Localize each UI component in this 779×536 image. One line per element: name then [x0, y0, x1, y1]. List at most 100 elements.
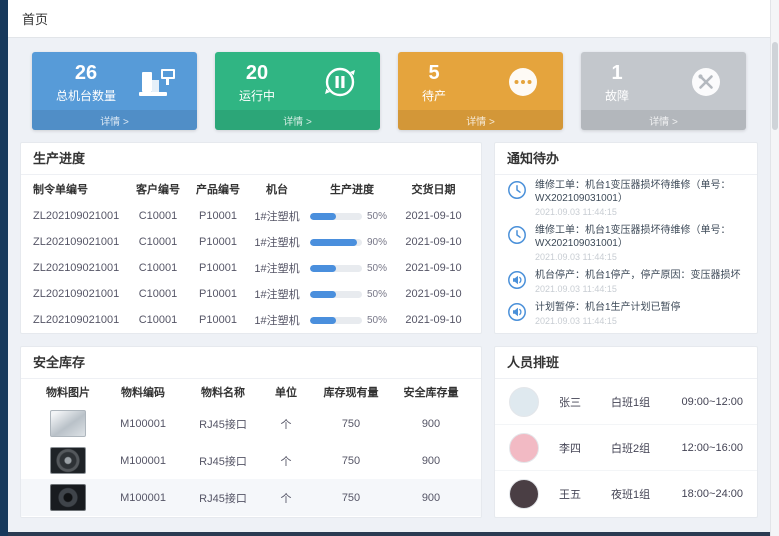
notification-text: 计划暂停：机台1生产计划已暂停: [535, 301, 681, 314]
order-number: ZL202109021001: [33, 236, 128, 248]
column-header: 物料名称: [183, 384, 263, 400]
progress-percent: 50%: [367, 289, 387, 300]
stat-value: 5: [422, 61, 446, 86]
progress-cell: 50%: [306, 263, 398, 274]
progress-percent: 50%: [367, 211, 387, 222]
unit: 个: [263, 416, 309, 432]
notification-timestamp: 2021.09.03 11:44:15: [535, 252, 745, 262]
unit: 个: [263, 453, 309, 469]
machine-name: 1#注塑机: [248, 286, 306, 302]
progress-cell: 50%: [306, 211, 398, 222]
table-row[interactable]: ZL202109021001 C10001 P10001 1#注塑机 50% 2…: [21, 203, 481, 229]
notification-timestamp: 2021.09.03 11:44:15: [535, 316, 681, 326]
tab-home[interactable]: 首页: [22, 9, 48, 28]
notification-timestamp: 2021.09.03 11:44:15: [535, 207, 745, 217]
customer-number: C10001: [128, 288, 188, 300]
stat-card-total-machines[interactable]: 26 总机台数量 详情 >: [32, 52, 197, 130]
column-header: 库存现有量: [309, 384, 393, 400]
progress-bar-fill: [310, 213, 336, 220]
stat-label: 运行中: [239, 87, 275, 104]
progress-cell: 90%: [306, 237, 398, 248]
stat-card-body: 1 故障: [581, 52, 746, 108]
table-row[interactable]: ZL202109021001 C10001 P10001 1#注塑机 50% 2…: [21, 307, 481, 333]
table-row[interactable]: M100001 RJ45接口 个 750 900: [21, 405, 481, 442]
order-number: ZL202109021001: [33, 210, 128, 222]
personnel-row: 李四 白班2组 12:00~16:00: [495, 425, 757, 471]
personnel-row: 张三 白班1组 09:00~12:00: [495, 379, 757, 425]
progress-percent: 50%: [367, 263, 387, 274]
stock-quantity: 750: [309, 418, 393, 430]
notification-icon: [507, 180, 527, 200]
machine-name: 1#注塑机: [248, 234, 306, 250]
stat-detail-link[interactable]: 详情 >: [32, 110, 197, 130]
product-number: P10001: [188, 288, 248, 300]
stat-card-body: 5 待产: [398, 52, 563, 108]
customer-number: C10001: [128, 210, 188, 222]
stat-card-info: 26 总机台数量: [56, 61, 116, 104]
machine-name: 1#注塑机: [248, 208, 306, 224]
ellipsis-icon: [503, 64, 543, 100]
table-header: 制令单编号 客户编号 产品编号 机台 生产进度 交货日期: [21, 175, 481, 203]
progress-bar-fill: [310, 239, 357, 246]
progress-cell: 50%: [306, 315, 398, 326]
stat-card-running[interactable]: 20 运行中 详情 >: [215, 52, 380, 130]
progress-bar-track: [310, 265, 362, 272]
notification-body: 维修工单：机台1变压器损坏待维修（单号：WX202109031001） 2021…: [535, 224, 745, 262]
stat-detail-link[interactable]: 详情 >: [398, 110, 563, 130]
window-left-edge: [0, 0, 8, 536]
personnel-list: 张三 白班1组 09:00~12:00 李四 白班2组 12:00~16:00: [495, 379, 757, 517]
material-photo-cell: [33, 410, 103, 437]
progress-bar-fill: [310, 291, 336, 298]
notification-item[interactable]: 维修工单：机台1变压器损坏待维修（单号：WX202109031001） 2021…: [495, 175, 757, 220]
progress-bar-track: [310, 291, 362, 298]
material-photo: [50, 410, 86, 437]
table-row[interactable]: M100001 RJ45接口 个 750 900: [21, 479, 481, 516]
notification-item[interactable]: 计划暂停：机台1生产计划已暂停 2021.09.03 11:44:15: [495, 297, 757, 329]
running-icon: [320, 64, 360, 100]
delivery-date: 2021-09-10: [398, 236, 469, 248]
order-number: ZL202109021001: [33, 262, 128, 274]
notification-body: 维修工单：机台1变压器损坏待维修（单号：WX202109031001） 2021…: [535, 179, 745, 217]
progress-bar-track: [310, 239, 362, 246]
customer-number: C10001: [128, 314, 188, 326]
column-header: 客户编号: [128, 181, 188, 197]
progress-percent: 50%: [367, 315, 387, 326]
stat-card-info: 5 待产: [422, 61, 446, 104]
order-number: ZL202109021001: [33, 314, 128, 326]
machine-name: 1#注塑机: [248, 260, 306, 276]
column-header: 物料编码: [103, 384, 183, 400]
notification-body: 机台停产：机台1停产，停产原因：变压器损坏 2021.09.03 11:44:1…: [535, 269, 741, 294]
notification-body: 计划暂停：机台1生产计划已暂停 2021.09.03 11:44:15: [535, 301, 681, 326]
customer-number: C10001: [128, 236, 188, 248]
notification-item[interactable]: 维修工单：机台1变压器损坏待维修（单号：WX202109031001） 2021…: [495, 220, 757, 265]
stat-card-fault[interactable]: 1 故障 详情 >: [581, 52, 746, 130]
scrollbar-thumb[interactable]: [772, 42, 778, 130]
column-header: 安全库存量: [393, 384, 469, 400]
personnel-row: 王五 夜班1组 18:00~24:00: [495, 471, 757, 517]
scrollbar[interactable]: [770, 0, 779, 536]
stat-detail-link[interactable]: 详情 >: [581, 110, 746, 130]
person-name: 张三: [559, 394, 611, 410]
material-name: RJ45接口: [183, 416, 263, 432]
person-shift: 白班2组: [611, 440, 681, 456]
table-row[interactable]: ZL202109021001 C10001 P10001 1#注塑机 50% 2…: [21, 281, 481, 307]
delivery-date: 2021-09-10: [398, 288, 469, 300]
notification-text: 维修工单：机台1变压器损坏待维修（单号：WX202109031001）: [535, 179, 745, 205]
panel-production-progress: 生产进度 制令单编号 客户编号 产品编号 机台 生产进度 交货日期 ZL2021…: [20, 142, 482, 334]
panel-title: 生产进度: [21, 143, 481, 175]
stat-value: 1: [605, 61, 629, 86]
stat-detail-link[interactable]: 详情 >: [215, 110, 380, 130]
table-header: 物料图片 物料编码 物料名称 单位 库存现有量 安全库存量: [21, 379, 481, 405]
panel-title: 通知待办: [495, 143, 757, 175]
notification-item[interactable]: 机台停产：机台1停产，停产原因：变压器损坏 2021.09.03 11:44:1…: [495, 265, 757, 297]
table-row[interactable]: ZL202109021001 C10001 P10001 1#注塑机 50% 2…: [21, 255, 481, 281]
person-name: 李四: [559, 440, 611, 456]
material-photo: [50, 484, 86, 511]
stat-label: 待产: [422, 87, 446, 104]
table-row[interactable]: M100001 RJ45接口 个 750 900: [21, 442, 481, 479]
avatar: [509, 479, 539, 509]
window-bottom-edge: [0, 532, 770, 536]
stat-card-pending[interactable]: 5 待产 详情 >: [398, 52, 563, 130]
table-row[interactable]: ZL202109021001 C10001 P10001 1#注塑机 90% 2…: [21, 229, 481, 255]
progress-cell: 50%: [306, 289, 398, 300]
